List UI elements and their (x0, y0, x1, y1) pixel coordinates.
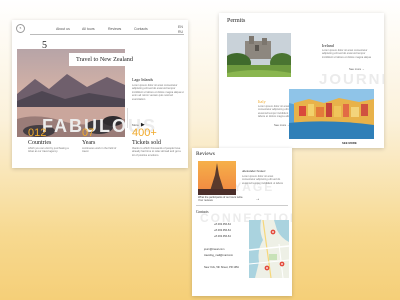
language-switch[interactable]: EN (178, 25, 183, 29)
permits-page-card: Permits JOURNEY Ireland Lorem ipsum dolo… (219, 13, 384, 148)
review-question: What the participants of our tours write… (198, 196, 244, 203)
article-text: Lorem ipsum dolor sit amet consectetur a… (132, 84, 184, 101)
arrow-right-icon: → (361, 67, 365, 71)
email-1[interactable]: journ@travel.com (204, 248, 224, 251)
logo[interactable]: 5 (16, 24, 25, 33)
stat-title: Tickets sold (132, 140, 161, 146)
see-more-label: See more (349, 67, 362, 71)
article-title: Lago Inlands (132, 77, 153, 82)
phone-3[interactable]: +8 493 456-64 (214, 235, 231, 238)
nav-contacts[interactable]: Contacts (134, 27, 148, 31)
stat-desc: thanks to which thousands of people have… (132, 147, 181, 157)
phone-2[interactable]: +8 493 456-64 (214, 229, 231, 232)
nav-reviews[interactable]: Reviews (108, 27, 121, 31)
nav-divider (30, 34, 184, 35)
stat-title: Countries (28, 140, 52, 146)
stat-title: Years (82, 140, 96, 146)
email-2[interactable]: traveling_mail@mail.com (204, 254, 233, 257)
stat-countries: 012 Countries which you can visit by pur… (28, 127, 73, 154)
hero-number: 5 (42, 40, 47, 51)
arrow-right-icon: → (255, 196, 260, 202)
section-title: Permits (227, 18, 246, 24)
reviewer-name: Alexander Ivanov (242, 169, 266, 173)
see-all-label: SEE MORE (342, 141, 357, 145)
stat-number: 400+ (132, 127, 157, 139)
review-divider (196, 205, 288, 206)
map-pin-icon (270, 229, 276, 235)
contacts-title: Contacts (196, 210, 209, 214)
stat-number: 012 (28, 127, 47, 139)
see-more-label: See more (274, 123, 287, 127)
stat-desc: which you can visit by purchasing a tick… (28, 147, 69, 154)
next-review-arrow[interactable]: → (255, 196, 260, 202)
italy-title: Italy (258, 99, 266, 104)
map-pin-icon (279, 261, 285, 267)
phone-1[interactable]: +8 493 456-64 (214, 223, 231, 226)
italy-see-more[interactable]: See more → (274, 123, 290, 127)
ireland-title: Ireland (322, 43, 334, 48)
italy-image[interactable] (289, 89, 374, 139)
stat-number: 07 (82, 127, 95, 139)
stat-desc: continuous work in the field of travel. (82, 147, 117, 154)
ireland-text: Lorem ipsum dolor sit amet consectetur a… (322, 49, 371, 59)
map-widget[interactable] (249, 220, 289, 278)
ghost-heading-journey: JOURNEY (319, 71, 384, 88)
review-image (198, 161, 236, 195)
stat-years: 07 Years continuous work in the field of… (82, 127, 122, 154)
ireland-see-more[interactable]: See more → (349, 67, 365, 71)
section-title: Reviews (196, 151, 215, 157)
ireland-image[interactable] (227, 33, 291, 77)
reviews-page-card: Reviews VOYAGE CONNECTION Alexander Ivan… (192, 148, 292, 296)
nav-about[interactable]: About us (56, 27, 70, 31)
home-page-card: 5 About us All tours Reviews Contacts EN… (12, 20, 188, 168)
stat-tickets: 400+ Tickets sold thanks to which thousa… (132, 127, 184, 157)
nav-tours[interactable]: All tours (82, 27, 95, 31)
review-text: Lorem ipsum dolor sit amet consectetur a… (242, 175, 284, 185)
address: New York, 5th Street, PR 195c (204, 266, 240, 269)
map-pin-icon (264, 265, 270, 271)
hero-title: Travel to New Zealand (69, 53, 140, 66)
scroll-indicator (127, 108, 128, 128)
see-all-button[interactable]: SEE MORE (342, 141, 357, 145)
